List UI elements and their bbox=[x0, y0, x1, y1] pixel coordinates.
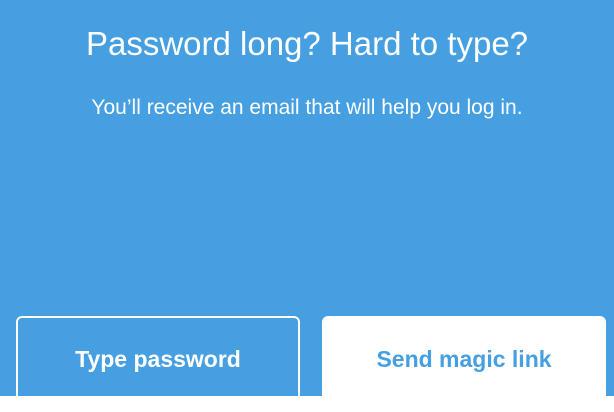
send-magic-link-button[interactable]: Send magic link bbox=[322, 316, 606, 402]
panel-title: Password long? Hard to type? bbox=[85, 25, 529, 62]
type-password-button[interactable]: Type password bbox=[16, 316, 300, 402]
panel-subtitle: You’ll receive an email that will help y… bbox=[91, 96, 523, 119]
magic-link-panel: Password long? Hard to type? You’ll rece… bbox=[0, 0, 614, 402]
